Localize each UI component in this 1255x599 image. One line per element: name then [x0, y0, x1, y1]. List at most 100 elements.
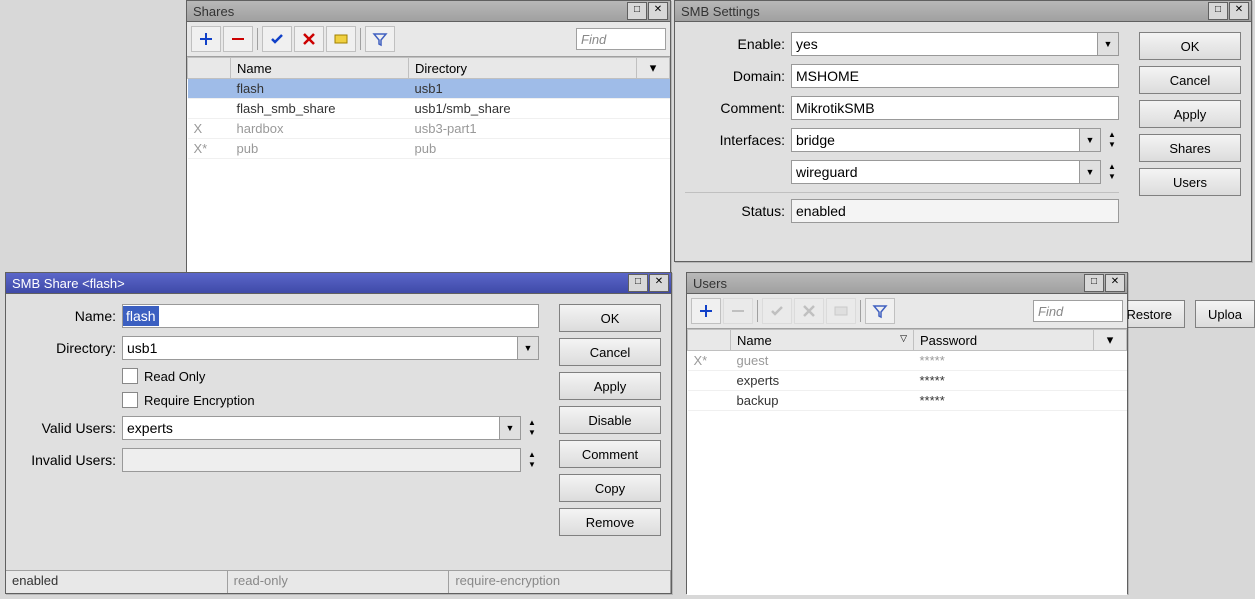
maximize-icon[interactable]: □	[1208, 2, 1228, 20]
label-interfaces: Interfaces:	[685, 132, 791, 148]
interfaces-select-2[interactable]: wireguard	[791, 160, 1080, 184]
readonly-checkbox[interactable]	[122, 368, 138, 384]
dropdown-icon[interactable]: ▼	[1080, 160, 1101, 184]
label-directory: Directory:	[16, 340, 122, 356]
apply-button[interactable]: Apply	[559, 372, 661, 400]
smb-settings-window: SMB Settings □ ✕ Enable: yes ▼ Domain: M…	[674, 0, 1252, 262]
label-readonly: Read Only	[144, 369, 205, 384]
close-icon[interactable]: ✕	[1105, 274, 1125, 292]
label-valid-users: Valid Users:	[16, 420, 122, 436]
label-enable: Enable:	[685, 36, 791, 52]
comment-input[interactable]: MikrotikSMB	[791, 96, 1119, 120]
label-invalid-users: Invalid Users:	[16, 452, 122, 468]
comment-button[interactable]: Comment	[559, 440, 661, 468]
up-icon[interactable]: ▲	[525, 450, 539, 460]
table-row[interactable]: X*guest*****	[688, 351, 1127, 371]
share-titlebar: SMB Share <flash> □ ✕	[6, 273, 671, 294]
smb-side-buttons: OK Cancel Apply Shares Users	[1129, 22, 1251, 241]
up-icon[interactable]: ▲	[1105, 130, 1119, 140]
table-row[interactable]: flashusb1	[188, 79, 670, 99]
table-row[interactable]: X*pubpub	[188, 139, 670, 159]
cancel-button[interactable]: Cancel	[559, 338, 661, 366]
users-table[interactable]: Name ▽ Password ▾ X*guest***** experts**…	[687, 329, 1127, 411]
shares-title: Shares	[193, 4, 626, 19]
maximize-icon[interactable]: □	[1084, 274, 1104, 292]
copy-button[interactable]: Copy	[559, 474, 661, 502]
cancel-button[interactable]: Cancel	[1139, 66, 1241, 94]
status-enabled: enabled	[6, 571, 228, 593]
dropdown-icon[interactable]: ▼	[1080, 128, 1101, 152]
col-password[interactable]: Password	[914, 330, 1094, 351]
table-row[interactable]: experts*****	[688, 371, 1127, 391]
down-icon[interactable]: ▼	[525, 460, 539, 470]
restore-label: Restore	[1127, 307, 1173, 322]
col-flag[interactable]	[188, 58, 231, 79]
add-icon[interactable]	[691, 298, 721, 324]
users-titlebar: Users □ ✕	[687, 273, 1127, 294]
add-icon[interactable]	[191, 26, 221, 52]
col-menu-icon[interactable]: ▾	[637, 58, 670, 79]
domain-input[interactable]: MSHOME	[791, 64, 1119, 88]
share-title: SMB Share <flash>	[12, 276, 627, 291]
label-comment: Comment:	[685, 100, 791, 116]
remove-icon[interactable]	[223, 26, 253, 52]
up-icon[interactable]: ▲	[1105, 162, 1119, 172]
comment-icon[interactable]	[326, 26, 356, 52]
down-icon[interactable]: ▼	[1105, 172, 1119, 182]
directory-select[interactable]: usb1	[122, 336, 518, 360]
users-button[interactable]: Users	[1139, 168, 1241, 196]
col-name[interactable]: Name ▽	[731, 330, 914, 351]
close-icon[interactable]: ✕	[1229, 2, 1249, 20]
shares-table[interactable]: Name Directory ▾ flashusb1 flash_smb_sha…	[187, 57, 670, 159]
col-name[interactable]: Name	[231, 58, 409, 79]
table-row[interactable]: backup*****	[688, 391, 1127, 411]
valid-users-select[interactable]: experts	[122, 416, 500, 440]
filter-icon[interactable]	[865, 298, 895, 324]
interfaces-select-1[interactable]: bridge	[791, 128, 1080, 152]
users-title: Users	[693, 276, 1083, 291]
invalid-users-select[interactable]	[122, 448, 521, 472]
maximize-icon[interactable]: □	[627, 2, 647, 20]
dropdown-icon[interactable]: ▼	[518, 336, 539, 360]
shares-toolbar: Find	[187, 22, 670, 57]
smb-title: SMB Settings	[681, 4, 1207, 19]
maximize-icon[interactable]: □	[628, 274, 648, 292]
col-dir[interactable]: Directory	[409, 58, 637, 79]
table-row[interactable]: Xhardboxusb3-part1	[188, 119, 670, 139]
filter-icon[interactable]	[365, 26, 395, 52]
enable-select[interactable]: yes	[791, 32, 1098, 56]
users-toolbar: Find	[687, 294, 1127, 329]
name-input[interactable]: flash	[122, 304, 539, 328]
up-icon[interactable]: ▲	[525, 418, 539, 428]
col-menu-icon[interactable]: ▾	[1094, 330, 1127, 351]
down-icon[interactable]: ▼	[1105, 140, 1119, 150]
close-icon[interactable]: ✕	[648, 2, 668, 20]
ok-button[interactable]: OK	[1139, 32, 1241, 60]
dropdown-icon[interactable]: ▼	[500, 416, 521, 440]
down-icon[interactable]: ▼	[525, 428, 539, 438]
ok-button[interactable]: OK	[559, 304, 661, 332]
require-encryption-checkbox[interactable]	[122, 392, 138, 408]
label-name: Name:	[16, 308, 122, 324]
find-input[interactable]: Find	[1033, 300, 1123, 322]
col-flag[interactable]	[688, 330, 731, 351]
find-input[interactable]: Find	[576, 28, 666, 50]
label-reqenc: Require Encryption	[144, 393, 255, 408]
disable-button[interactable]: Disable	[559, 406, 661, 434]
dropdown-icon[interactable]: ▼	[1098, 32, 1119, 56]
label-domain: Domain:	[685, 68, 791, 84]
disable-icon[interactable]	[294, 26, 324, 52]
remove-button[interactable]: Remove	[559, 508, 661, 536]
close-icon[interactable]: ✕	[649, 274, 669, 292]
status-encryption: require-encryption	[449, 571, 671, 593]
upload-button[interactable]: Uploa	[1195, 300, 1255, 328]
shares-button[interactable]: Shares	[1139, 134, 1241, 162]
upload-label: Uploa	[1208, 307, 1242, 322]
enable-icon[interactable]	[262, 26, 292, 52]
apply-button[interactable]: Apply	[1139, 100, 1241, 128]
table-row[interactable]: flash_smb_shareusb1/smb_share	[188, 99, 670, 119]
status-readonly: read-only	[228, 571, 450, 593]
disable-icon	[794, 298, 824, 324]
status-display: enabled	[791, 199, 1119, 223]
smb-titlebar: SMB Settings □ ✕	[675, 1, 1251, 22]
